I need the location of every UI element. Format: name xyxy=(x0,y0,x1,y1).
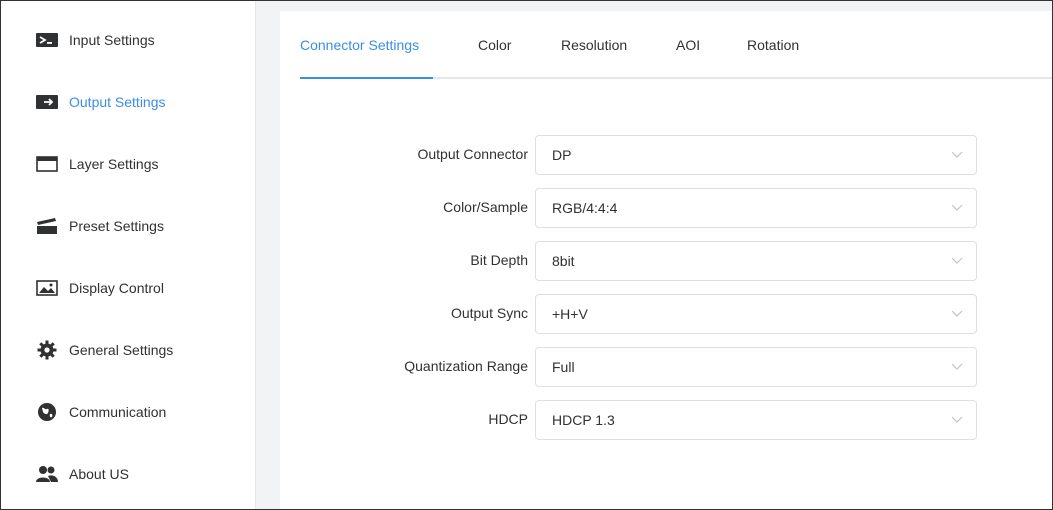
chevron-down-icon xyxy=(950,147,964,161)
output-sync-select[interactable]: +H+V xyxy=(535,294,977,334)
form-row-hdcp: HDCP HDCP 1.3 xyxy=(280,400,1052,440)
settings-panel: Connector Settings Color Resolution AOI … xyxy=(280,11,1052,509)
sidebar-item-communication[interactable]: Communication xyxy=(1,381,255,443)
sidebar-item-preset-settings[interactable]: Preset Settings xyxy=(1,195,255,257)
select-value: RGB/4:4:4 xyxy=(552,200,618,216)
chevron-down-icon xyxy=(950,412,964,426)
chevron-down-icon xyxy=(950,253,964,267)
sidebar-item-input-settings[interactable]: Input Settings xyxy=(1,9,255,71)
chevron-down-icon xyxy=(950,306,964,320)
form-row-quantization-range: Quantization Range Full xyxy=(280,347,1052,387)
sidebar-item-label: Communication xyxy=(69,404,167,420)
hdcp-select[interactable]: HDCP 1.3 xyxy=(535,400,977,440)
sidebar-item-layer-settings[interactable]: Layer Settings xyxy=(1,133,255,195)
globe-icon xyxy=(35,403,59,421)
window-icon xyxy=(35,155,59,173)
sidebar-item-general-settings[interactable]: General Settings xyxy=(1,319,255,381)
color-sample-select[interactable]: RGB/4:4:4 xyxy=(535,188,977,228)
sidebar-item-about-us[interactable]: About US xyxy=(1,443,255,505)
select-value: Full xyxy=(552,359,575,375)
select-value: HDCP 1.3 xyxy=(552,412,615,428)
sidebar-item-label: Input Settings xyxy=(69,32,155,48)
bit-depth-label: Bit Depth xyxy=(470,252,528,268)
sidebar-item-label: Output Settings xyxy=(69,94,166,110)
output-icon xyxy=(35,93,59,111)
tab-resolution[interactable]: Resolution xyxy=(561,37,627,53)
sidebar-item-label: Display Control xyxy=(69,280,164,296)
sidebar-item-label: About US xyxy=(69,466,129,482)
chevron-down-icon xyxy=(950,200,964,214)
sidebar-item-output-settings[interactable]: Output Settings xyxy=(1,71,255,133)
app-window: Input Settings Output Settings Layer Set… xyxy=(0,0,1053,510)
hdcp-label: HDCP xyxy=(488,411,528,427)
form-row-color-sample: Color/Sample RGB/4:4:4 xyxy=(280,188,1052,228)
sidebar-item-label: Preset Settings xyxy=(69,218,164,234)
form-row-bit-depth: Bit Depth 8bit xyxy=(280,241,1052,281)
quantization-range-label: Quantization Range xyxy=(404,358,528,374)
sidebar-item-label: General Settings xyxy=(69,342,174,358)
tab-color[interactable]: Color xyxy=(478,37,511,53)
input-icon xyxy=(35,31,59,49)
form-row-output-sync: Output Sync +H+V xyxy=(280,294,1052,334)
gear-icon xyxy=(35,340,59,360)
users-icon xyxy=(35,465,59,483)
tab-rotation[interactable]: Rotation xyxy=(747,37,799,53)
active-tab-indicator xyxy=(300,77,433,79)
color-sample-label: Color/Sample xyxy=(443,199,528,215)
quantization-range-select[interactable]: Full xyxy=(535,347,977,387)
sidebar-item-display-control[interactable]: Display Control xyxy=(1,257,255,319)
tab-connector-settings[interactable]: Connector Settings xyxy=(300,37,419,53)
select-value: +H+V xyxy=(552,306,588,322)
bit-depth-select[interactable]: 8bit xyxy=(535,241,977,281)
output-connector-select[interactable]: DP xyxy=(535,135,977,175)
image-icon xyxy=(35,279,59,297)
output-connector-label: Output Connector xyxy=(417,146,528,162)
select-value: 8bit xyxy=(552,253,575,269)
output-sync-label: Output Sync xyxy=(450,305,528,321)
chevron-down-icon xyxy=(950,359,964,373)
tab-bar: Connector Settings Color Resolution AOI … xyxy=(300,25,1052,79)
tab-aoi[interactable]: AOI xyxy=(676,37,700,53)
sidebar-item-label: Layer Settings xyxy=(69,156,159,172)
clapperboard-icon xyxy=(35,217,59,235)
select-value: DP xyxy=(552,147,572,163)
sidebar: Input Settings Output Settings Layer Set… xyxy=(1,1,256,509)
main-area: Connector Settings Color Resolution AOI … xyxy=(256,1,1052,509)
form-row-output-connector: Output Connector DP xyxy=(280,135,1052,175)
